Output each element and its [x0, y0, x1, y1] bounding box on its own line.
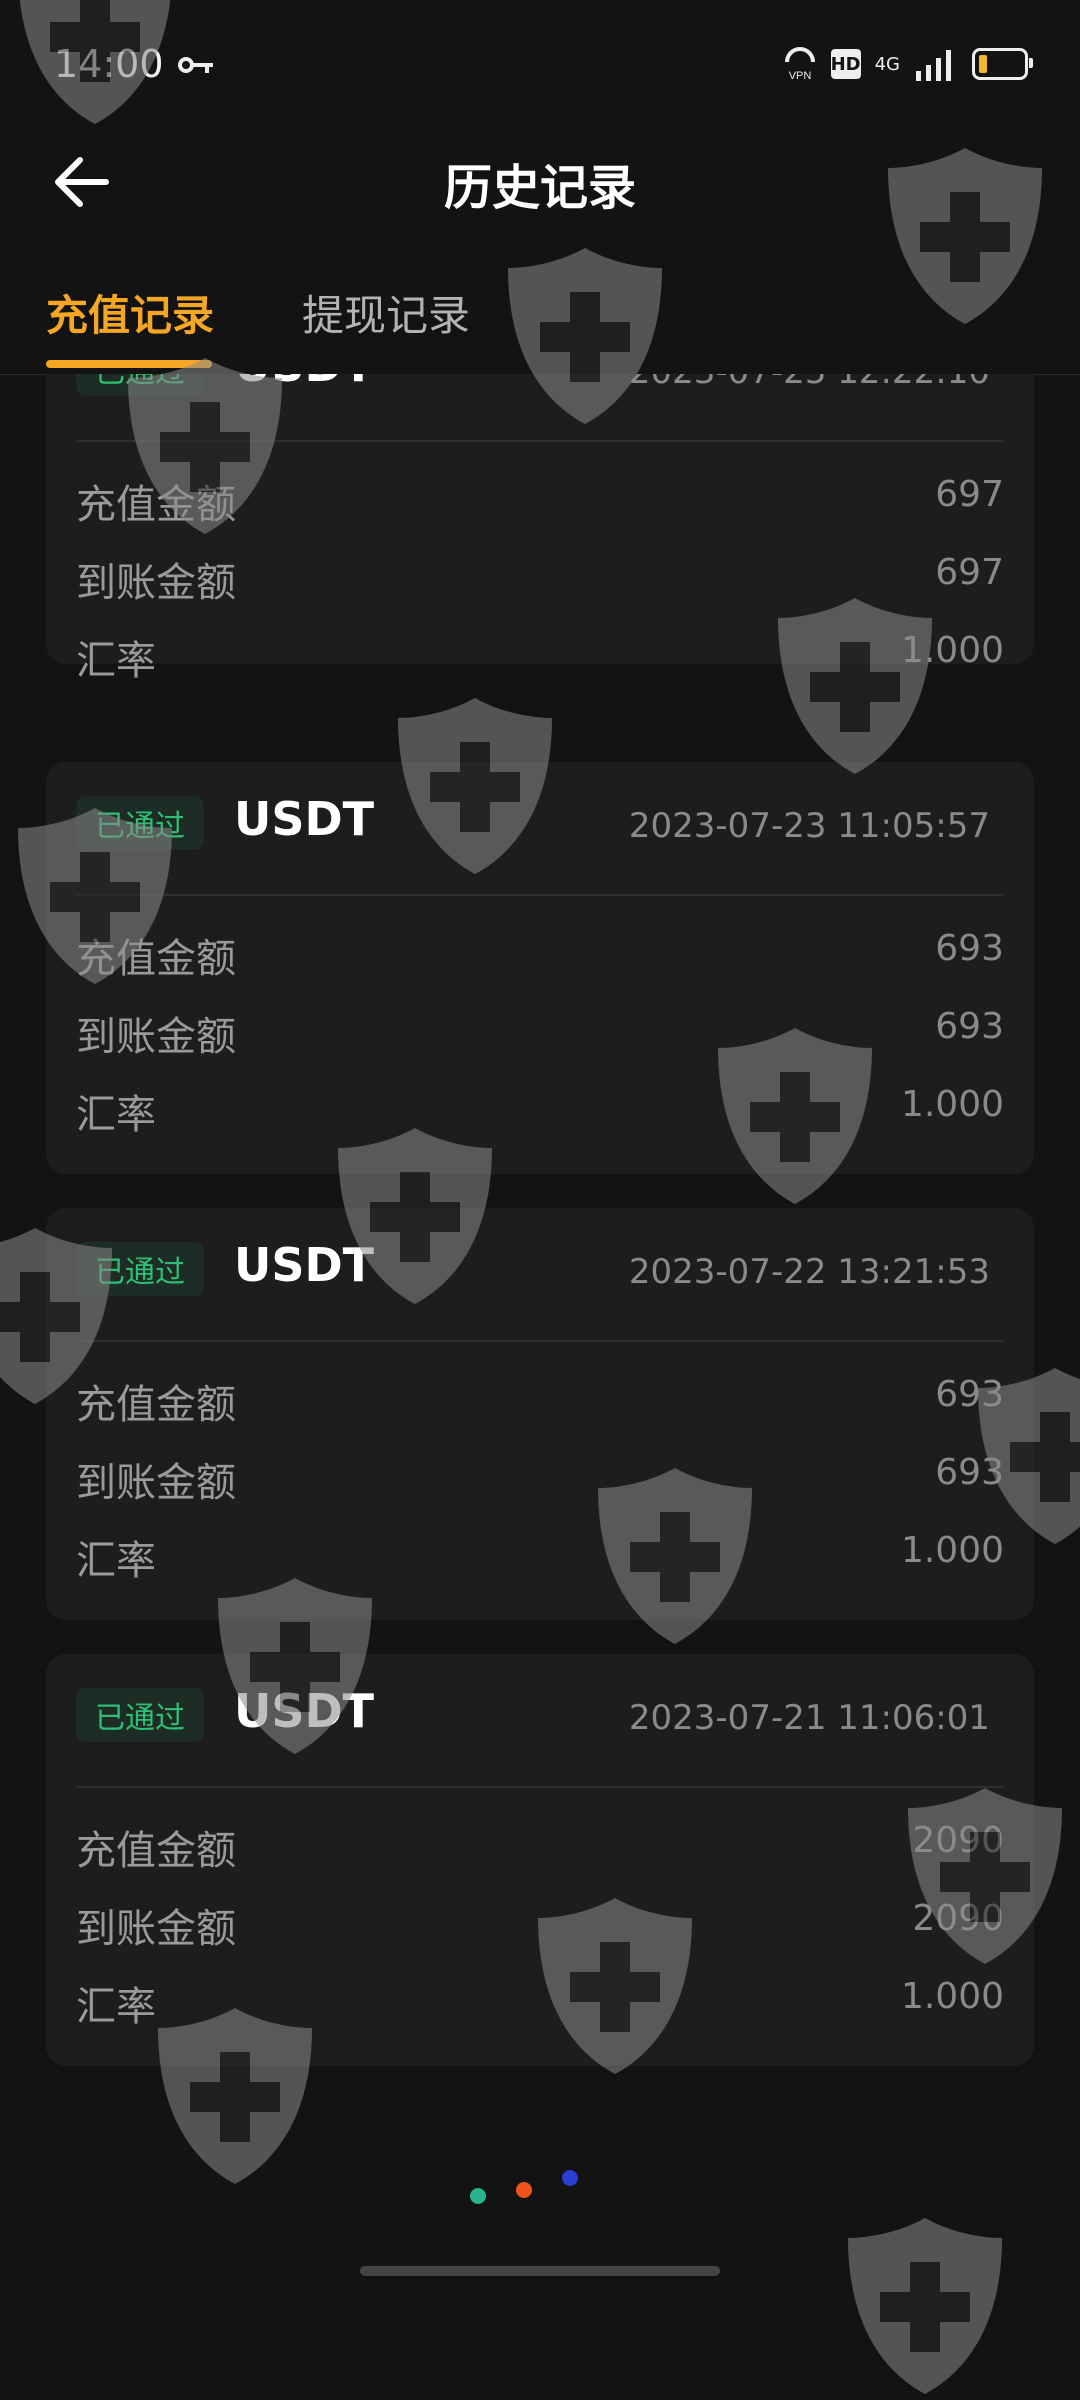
exchange-rate-value: 1.000	[900, 1530, 1004, 1571]
received-amount-value: 697	[935, 552, 1004, 593]
record-currency: USDT	[234, 792, 375, 846]
record-time: 2023-07-23 11:05:57	[628, 806, 990, 846]
record-currency: USDT	[234, 1684, 375, 1738]
record-list[interactable]: 已通过 USDT 2023-07-25 12:22:10 充值金额 697 到账…	[0, 374, 1080, 2094]
deposit-amount-label: 充值金额	[76, 1382, 236, 1428]
network-label: 4G	[874, 53, 900, 75]
status-badge: 已通过	[76, 1242, 204, 1296]
record-currency: USDT	[234, 1238, 375, 1292]
record-time: 2023-07-25 12:22:10	[629, 374, 990, 392]
exchange-rate-label: 汇率	[76, 1984, 156, 2030]
status-badge: 已通过	[76, 1688, 204, 1742]
status-icons: VPN HD 4G	[783, 46, 1033, 82]
svg-text:VPN: VPN	[788, 70, 811, 82]
record-card: 已通过 USDT 2023-07-23 11:05:57 充值金额 693 到账…	[46, 762, 1034, 1174]
tab-bar: 充值记录 提现记录	[0, 270, 1080, 375]
hd-icon: HD	[830, 49, 861, 79]
divider	[76, 1340, 1004, 1342]
tab-active-indicator	[46, 360, 212, 368]
deposit-amount-value: 697	[935, 474, 1004, 515]
deposit-amount-label: 充值金额	[76, 482, 236, 528]
received-amount-label: 到账金额	[76, 560, 236, 606]
loading-dot	[562, 2170, 578, 2186]
exchange-rate-value: 1.000	[900, 630, 1004, 671]
received-amount-label: 到账金额	[76, 1906, 236, 1952]
record-card: 已通过 USDT 2023-07-22 13:21:53 充值金额 693 到账…	[46, 1208, 1034, 1620]
exchange-rate-label: 汇率	[76, 1092, 156, 1138]
exchange-rate-value: 1.000	[900, 1084, 1004, 1125]
home-indicator	[360, 2266, 720, 2276]
tab-withdraw-records[interactable]: 提现记录	[302, 282, 470, 343]
battery-level	[979, 55, 987, 73]
exchange-rate-label: 汇率	[76, 638, 156, 684]
divider	[76, 894, 1004, 896]
vpn-icon: VPN	[784, 47, 815, 82]
deposit-amount-label: 充值金额	[76, 936, 236, 982]
exchange-rate-value: 1.000	[900, 1976, 1004, 2017]
loading-dot	[470, 2188, 486, 2204]
record-currency: USDT	[234, 374, 374, 392]
top-bar: 历史记录	[0, 130, 1080, 240]
signal-icon	[916, 50, 951, 81]
record-card: 已通过 USDT 2023-07-21 11:06:01 充值金额 2090 到…	[46, 1654, 1034, 2066]
exchange-rate-label: 汇率	[76, 1538, 156, 1584]
tab-deposit-records[interactable]: 充值记录	[46, 282, 214, 343]
received-amount-label: 到账金额	[76, 1014, 236, 1060]
loading-dot	[516, 2182, 532, 2198]
received-amount-label: 到账金额	[76, 1460, 236, 1506]
divider	[76, 1786, 1004, 1788]
status-badge: 已通过	[76, 374, 204, 396]
record-card: 已通过 USDT 2023-07-25 12:22:10 充值金额 697 到账…	[46, 374, 1034, 684]
shield-cross-icon	[840, 2210, 1010, 2400]
status-badge: 已通过	[76, 796, 204, 850]
divider	[76, 440, 1004, 442]
deposit-amount-value: 693	[935, 1374, 1004, 1415]
record-time: 2023-07-22 13:21:53	[628, 1252, 990, 1292]
deposit-amount-value: 693	[935, 928, 1004, 969]
loading-dots	[470, 2170, 578, 2204]
page-title: 历史记录	[443, 160, 636, 216]
received-amount-value: 693	[935, 1006, 1004, 1047]
record-time: 2023-07-21 11:06:01	[628, 1698, 990, 1738]
key-icon	[178, 57, 213, 73]
status-time: 14:00	[54, 42, 164, 86]
received-amount-value: 693	[935, 1452, 1004, 1493]
battery-icon	[972, 48, 1033, 80]
deposit-amount-value: 2090	[912, 1820, 1004, 1861]
status-bar: 14:00 VPN HD 4G	[0, 0, 1080, 130]
deposit-amount-label: 充值金额	[76, 1828, 236, 1874]
received-amount-value: 2090	[912, 1898, 1004, 1939]
